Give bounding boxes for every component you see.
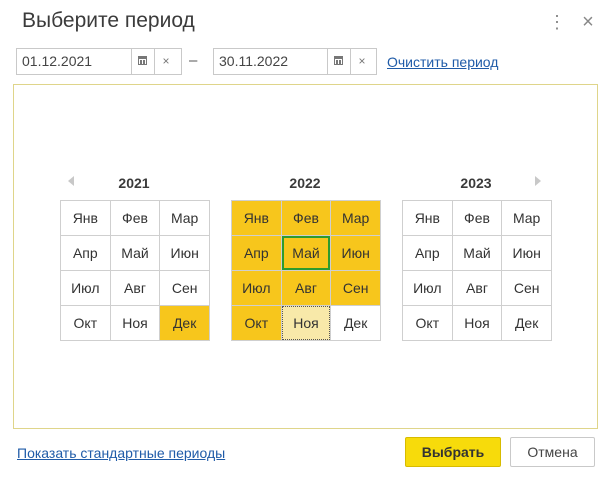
start-date-clear-icon[interactable]: × [154, 49, 177, 74]
month-cell[interactable]: Июл [61, 271, 110, 305]
end-date-clear-icon[interactable]: × [350, 49, 373, 74]
month-cell[interactable]: Май [110, 236, 160, 270]
end-date-field[interactable]: 30.11.2022 × [213, 48, 377, 75]
month-cell[interactable]: Апр [61, 236, 110, 270]
month-cell[interactable]: Апр [403, 236, 452, 270]
month-cell-selected[interactable]: Янв [232, 201, 281, 235]
year-label-2023: 2023 [460, 175, 492, 191]
dialog-title: Выберите период [22, 9, 195, 32]
month-cell[interactable]: Ноя [452, 306, 502, 340]
month-cell[interactable]: Мар [160, 201, 209, 235]
month-cell[interactable]: Мар [502, 201, 551, 235]
month-cell-selected[interactable]: Дек [160, 306, 209, 340]
month-cell[interactable]: Авг [452, 271, 502, 305]
start-date-value: 01.12.2021 [22, 53, 93, 69]
month-cell-current[interactable]: Май [281, 236, 331, 270]
month-cell[interactable]: Авг [110, 271, 160, 305]
month-cell-selected[interactable]: Сен [331, 271, 380, 305]
month-cell[interactable]: Окт [403, 306, 452, 340]
calendar-panel: 2021 2022 2023 Янв Фев Мар Апр Май Июн И… [13, 84, 598, 429]
month-cell[interactable]: Июн [502, 236, 551, 270]
month-cell-selected[interactable]: Авг [281, 271, 331, 305]
month-cell-selected[interactable]: Апр [232, 236, 281, 270]
previous-year-arrow-icon[interactable] [68, 176, 74, 186]
month-cell-selected[interactable]: Мар [331, 201, 380, 235]
calendar-icon [334, 56, 343, 65]
month-grid-2022: Янв Фев Мар Апр Май Июн Июл Авг Сен Окт … [231, 200, 381, 341]
show-standard-periods-link[interactable]: Показать стандартные периоды [17, 445, 225, 461]
month-cell-selected[interactable]: Июн [331, 236, 380, 270]
month-cell[interactable]: Янв [403, 201, 452, 235]
month-cell[interactable]: Окт [61, 306, 110, 340]
year-label-2021: 2021 [118, 175, 150, 191]
month-cell[interactable]: Янв [61, 201, 110, 235]
month-cell[interactable]: Июн [160, 236, 209, 270]
month-cell-selected[interactable]: Фев [281, 201, 331, 235]
next-year-arrow-icon[interactable] [535, 176, 541, 186]
month-grid-2023: Янв Фев Мар Апр Май Июн Июл Авг Сен Окт … [402, 200, 552, 341]
month-cell[interactable]: Дек [502, 306, 551, 340]
period-separator: – [189, 52, 198, 69]
month-grid-2021: Янв Фев Мар Апр Май Июн Июл Авг Сен Окт … [60, 200, 210, 341]
start-date-calendar-button[interactable] [131, 49, 154, 74]
month-cell[interactable]: Май [452, 236, 502, 270]
close-icon[interactable]: × [578, 11, 598, 33]
month-cell[interactable]: Ноя [110, 306, 160, 340]
more-options-icon[interactable]: ⋮ [548, 12, 566, 32]
month-cell[interactable]: Дек [331, 306, 380, 340]
month-cell[interactable]: Сен [502, 271, 551, 305]
month-cell[interactable]: Фев [452, 201, 502, 235]
year-label-2022: 2022 [289, 175, 321, 191]
end-date-calendar-button[interactable] [327, 49, 350, 74]
month-cell[interactable]: Сен [160, 271, 209, 305]
month-cell-focused[interactable]: Ноя [281, 306, 331, 340]
clear-period-link[interactable]: Очистить период [387, 54, 498, 70]
select-button[interactable]: Выбрать [405, 437, 501, 467]
end-date-value: 30.11.2022 [219, 53, 289, 69]
cancel-button[interactable]: Отмена [510, 437, 595, 467]
month-cell[interactable]: Июл [403, 271, 452, 305]
month-cell[interactable]: Фев [110, 201, 160, 235]
month-cell-selected[interactable]: Окт [232, 306, 281, 340]
calendar-icon [138, 56, 147, 65]
month-cell-selected[interactable]: Июл [232, 271, 281, 305]
start-date-field[interactable]: 01.12.2021 × [16, 48, 182, 75]
